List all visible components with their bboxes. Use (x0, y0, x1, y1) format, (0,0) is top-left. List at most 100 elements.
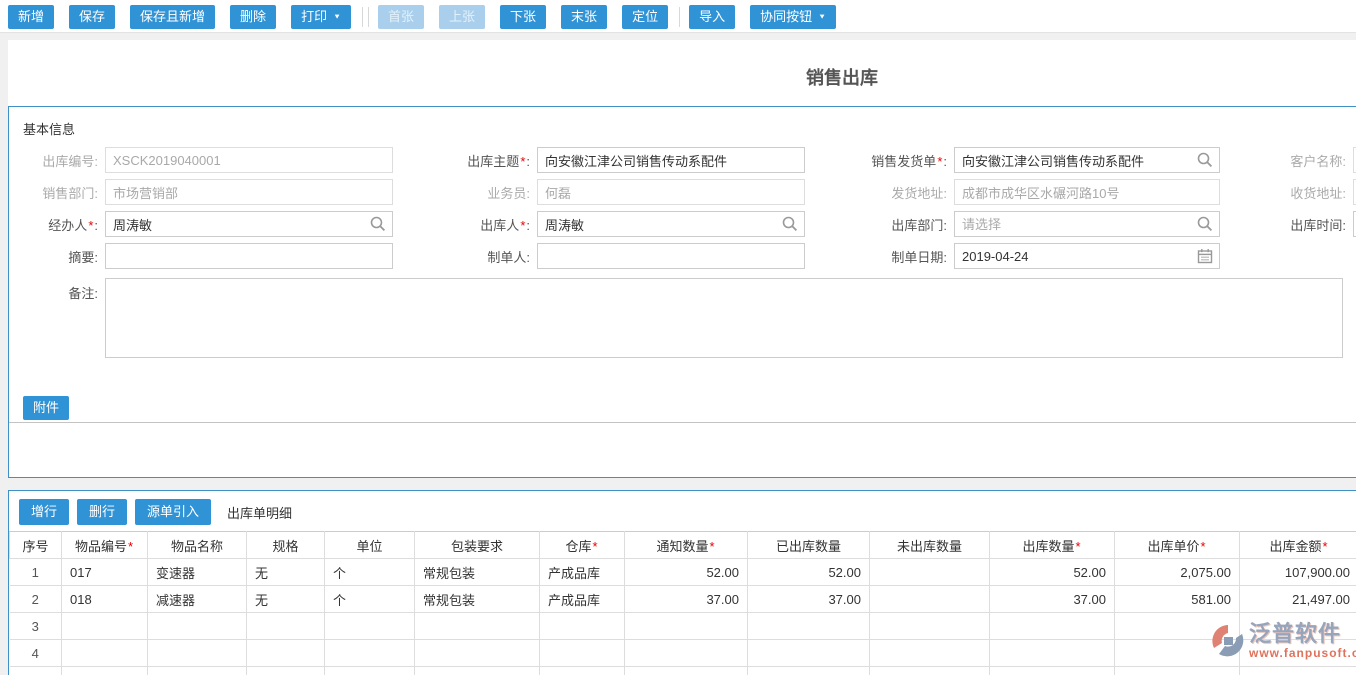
grid-cell[interactable]: 37.00 (748, 586, 870, 613)
next-record-button[interactable]: 下张 (500, 5, 546, 29)
remark-textarea[interactable] (105, 278, 1343, 358)
save-and-new-button[interactable]: 保存且新增 (130, 5, 215, 29)
grid-cell[interactable] (62, 667, 148, 675)
grid-cell[interactable]: 52.00 (625, 559, 748, 586)
grid-cell[interactable] (415, 613, 540, 640)
grid-cell[interactable] (415, 640, 540, 667)
grid-cell[interactable] (870, 559, 990, 586)
grid-cell[interactable]: 37.00 (990, 586, 1115, 613)
grid-cell[interactable]: 无 (247, 586, 325, 613)
grid-cell[interactable] (990, 613, 1115, 640)
grid-cell[interactable] (990, 667, 1115, 675)
search-icon[interactable] (1197, 152, 1213, 168)
grid-cell[interactable] (625, 640, 748, 667)
field-outbound-subject-input[interactable] (537, 147, 805, 173)
grid-cell[interactable]: 37.00 (625, 586, 748, 613)
grid-cell[interactable] (625, 667, 748, 675)
grid-cell[interactable] (148, 640, 247, 667)
grid-cell[interactable] (148, 667, 247, 675)
grid-cell[interactable] (625, 613, 748, 640)
grid-col-通知数量: 通知数量* (625, 532, 748, 559)
grid-cell[interactable] (148, 613, 247, 640)
grid-cell[interactable] (870, 586, 990, 613)
grid-cell[interactable] (870, 640, 990, 667)
grid-cell[interactable]: 2,075.00 (1115, 559, 1240, 586)
grid-row-4[interactable]: 4 (10, 640, 1356, 667)
grid-cell[interactable]: 变速器 (148, 559, 247, 586)
grid-cell[interactable]: 107,900.00 (1240, 559, 1356, 586)
field-document-maker-input[interactable] (537, 243, 805, 269)
locate-button[interactable]: 定位 (622, 5, 668, 29)
grid-row-5[interactable]: 5 (10, 667, 1356, 675)
print-button[interactable]: 打印▼ (291, 5, 351, 29)
grid-cell[interactable]: 产成品库 (540, 586, 625, 613)
grid-cell[interactable] (748, 640, 870, 667)
grid-cell[interactable] (748, 613, 870, 640)
grid-cell[interactable] (748, 667, 870, 675)
grid-cell[interactable] (870, 613, 990, 640)
collaborate-button[interactable]: 协同按钮▼ (750, 5, 836, 29)
grid-cell[interactable]: 个 (325, 586, 415, 613)
grid-row-2[interactable]: 2018减速器无个常规包装产成品库37.0037.0037.00581.0021… (10, 586, 1356, 613)
grid-cell[interactable]: 52.00 (990, 559, 1115, 586)
grid-cell[interactable] (247, 640, 325, 667)
watermark-brand: 泛普软件 (1249, 622, 1356, 646)
grid-col-单位: 单位 (325, 532, 415, 559)
calendar-icon[interactable] (1197, 248, 1213, 264)
grid-cell[interactable]: 产成品库 (540, 559, 625, 586)
search-icon[interactable] (370, 216, 386, 232)
grid-cell[interactable] (540, 613, 625, 640)
delete-row-button[interactable]: 删行 (77, 499, 127, 525)
grid-cell[interactable] (540, 667, 625, 675)
grid-cell[interactable] (325, 640, 415, 667)
grid-cell[interactable] (1240, 667, 1356, 675)
attachment-button[interactable]: 附件 (23, 396, 69, 420)
required-asterisk: * (937, 154, 942, 169)
grid-cell[interactable] (415, 667, 540, 675)
grid-cell[interactable]: 017 (62, 559, 148, 586)
field-outbound-person-input[interactable] (537, 211, 805, 237)
grid-cell[interactable]: 个 (325, 559, 415, 586)
grid-cell[interactable] (325, 667, 415, 675)
toolbar-separator (679, 7, 680, 27)
grid-cell[interactable] (540, 640, 625, 667)
field-document-date-input[interactable] (954, 243, 1220, 269)
save-button[interactable]: 保存 (69, 5, 115, 29)
grid-row-3[interactable]: 3 (10, 613, 1356, 640)
grid-cell[interactable]: 21,497.00 (1240, 586, 1356, 613)
field-handler-input[interactable] (105, 211, 393, 237)
last-record-button[interactable]: 末张 (561, 5, 607, 29)
grid-cell[interactable] (247, 613, 325, 640)
add-row-button[interactable]: 增行 (19, 499, 69, 525)
grid-col-规格: 规格 (247, 532, 325, 559)
grid-cell[interactable] (990, 640, 1115, 667)
grid-cell[interactable]: 减速器 (148, 586, 247, 613)
field-sales-delivery-order-input[interactable] (954, 147, 1220, 173)
grid-cell[interactable] (1115, 667, 1240, 675)
import-from-source-button[interactable]: 源单引入 (135, 499, 211, 525)
grid-cell[interactable] (325, 613, 415, 640)
grid-cell[interactable]: 018 (62, 586, 148, 613)
new-button[interactable]: 新增 (8, 5, 54, 29)
grid-col-包装要求: 包装要求 (415, 532, 540, 559)
search-icon[interactable] (1197, 216, 1213, 232)
field-outbound-department-input[interactable] (954, 211, 1220, 237)
grid-cell[interactable] (870, 667, 990, 675)
grid-cell: 1 (10, 559, 62, 586)
grid-cell: 2 (10, 586, 62, 613)
import-button[interactable]: 导入 (689, 5, 735, 29)
search-icon[interactable] (782, 216, 798, 232)
delete-button[interactable]: 删除 (230, 5, 276, 29)
grid-col-物品名称: 物品名称 (148, 532, 247, 559)
grid-cell[interactable]: 52.00 (748, 559, 870, 586)
grid-cell[interactable] (62, 613, 148, 640)
first-record-button: 首张 (378, 5, 424, 29)
grid-cell[interactable]: 无 (247, 559, 325, 586)
grid-cell[interactable]: 常规包装 (415, 559, 540, 586)
field-summary-input[interactable] (105, 243, 393, 269)
grid-row-1[interactable]: 1017变速器无个常规包装产成品库52.0052.0052.002,075.00… (10, 559, 1356, 586)
grid-cell[interactable]: 581.00 (1115, 586, 1240, 613)
grid-cell[interactable] (247, 667, 325, 675)
grid-cell[interactable] (62, 640, 148, 667)
grid-cell[interactable]: 常规包装 (415, 586, 540, 613)
